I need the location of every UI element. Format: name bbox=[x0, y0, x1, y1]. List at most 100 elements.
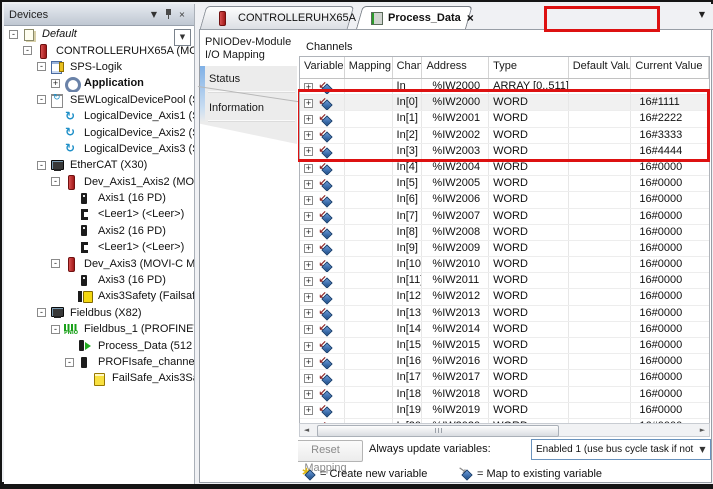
row-expander-icon[interactable] bbox=[304, 342, 313, 351]
tab-process-data[interactable]: Process_Data × bbox=[359, 6, 469, 29]
table-row[interactable]: In[13] %IW2013 WORD 16#0000 bbox=[300, 306, 709, 322]
tree-item[interactable]: Fieldbus_1 (PROFINET I/O- bbox=[4, 321, 194, 337]
side-tab-io-mapping[interactable]: PNIODev-Module I/O Mapping bbox=[205, 36, 291, 62]
tree-expander-icon[interactable] bbox=[37, 62, 46, 71]
tree-expander-icon[interactable] bbox=[37, 95, 46, 104]
col-current-value[interactable]: Current Value bbox=[631, 57, 709, 78]
table-row[interactable]: In[0] %IW2000 WORD 16#1111 bbox=[300, 95, 709, 111]
col-type[interactable]: Type bbox=[489, 57, 569, 78]
row-expander-icon[interactable] bbox=[304, 147, 313, 156]
table-row[interactable]: In[7] %IW2007 WORD 16#0000 bbox=[300, 209, 709, 225]
scroll-left-icon[interactable]: ◄ bbox=[300, 426, 313, 434]
pin-icon[interactable] bbox=[161, 8, 175, 22]
tree-item[interactable]: <Leer1> (<Leer>) bbox=[4, 206, 194, 222]
row-expander-icon[interactable] bbox=[304, 325, 313, 334]
tree-item[interactable]: Default bbox=[4, 26, 194, 42]
row-expander-icon[interactable] bbox=[304, 358, 313, 367]
col-variable[interactable]: Variable bbox=[300, 57, 345, 78]
tab-close-icon[interactable]: × bbox=[467, 13, 474, 23]
tree-item[interactable]: Fieldbus (X82) bbox=[4, 305, 194, 321]
table-row[interactable]: In[19] %IW2019 WORD 16#0000 bbox=[300, 403, 709, 419]
table-row[interactable]: In[5] %IW2005 WORD 16#0000 bbox=[300, 176, 709, 192]
tree-item[interactable]: LogicalDevice_Axis1 (SEWL bbox=[4, 108, 194, 124]
tree-item[interactable]: CONTROLLERUHX65A (MOVI-C CON bbox=[4, 42, 194, 58]
tree-expander-icon[interactable] bbox=[51, 325, 60, 334]
tree-item[interactable]: SEWLogicalDevicePool (SEWLog bbox=[4, 92, 194, 108]
row-expander-icon[interactable] bbox=[304, 277, 313, 286]
row-expander-icon[interactable] bbox=[304, 406, 313, 415]
col-channel[interactable]: Channel bbox=[393, 57, 423, 78]
scroll-right-icon[interactable]: ► bbox=[696, 426, 709, 434]
col-default-value[interactable]: Default Value bbox=[569, 57, 632, 78]
panel-dropdown-icon[interactable]: ▼ bbox=[147, 10, 161, 19]
type-cell: WORD bbox=[489, 144, 569, 159]
table-row[interactable]: In[3] %IW2003 WORD 16#4444 bbox=[300, 144, 709, 160]
row-expander-icon[interactable] bbox=[304, 164, 313, 173]
tree-item[interactable]: Dev_Axis1_Axis2 (MOVI-C bbox=[4, 174, 194, 190]
horizontal-scrollbar[interactable]: ◄ ► bbox=[299, 423, 710, 437]
row-expander-icon[interactable] bbox=[304, 83, 313, 92]
table-row[interactable]: In[15] %IW2015 WORD 16#0000 bbox=[300, 338, 709, 354]
table-row[interactable]: In[12] %IW2012 WORD 16#0000 bbox=[300, 289, 709, 305]
row-expander-icon[interactable] bbox=[304, 196, 313, 205]
row-expander-icon[interactable] bbox=[304, 261, 313, 270]
active-application-dropdown[interactable]: ▼ bbox=[174, 29, 191, 46]
reset-mapping-button[interactable]: Reset Mapping bbox=[298, 440, 363, 462]
tree-item[interactable]: EtherCAT (X30) bbox=[4, 157, 194, 173]
table-row[interactable]: In[11] %IW2011 WORD 16#0000 bbox=[300, 273, 709, 289]
row-expander-icon[interactable] bbox=[304, 390, 313, 399]
row-expander-icon[interactable] bbox=[304, 309, 313, 318]
tree-item[interactable]: Axis1 (16 PD) bbox=[4, 190, 194, 206]
col-mapping[interactable]: Mapping bbox=[345, 57, 393, 78]
tree-expander-icon[interactable] bbox=[51, 259, 60, 268]
table-row[interactable]: In[10] %IW2010 WORD 16#0000 bbox=[300, 257, 709, 273]
table-row[interactable]: In %IW2000 ARRAY [0..511] O bbox=[300, 79, 709, 95]
row-expander-icon[interactable] bbox=[304, 115, 313, 124]
panel-close-icon[interactable]: × bbox=[175, 10, 189, 19]
tree-item[interactable]: <Leer1> (<Leer>) bbox=[4, 239, 194, 255]
row-expander-icon[interactable] bbox=[304, 228, 313, 237]
tree-item[interactable]: Axis3Safety (Failsafe bbox=[4, 288, 194, 304]
table-row[interactable]: In[4] %IW2004 WORD 16#0000 bbox=[300, 160, 709, 176]
tree-item[interactable]: Axis2 (16 PD) bbox=[4, 223, 194, 239]
table-row[interactable]: In[6] %IW2006 WORD 16#0000 bbox=[300, 192, 709, 208]
tab-controlleruhx65a[interactable]: CONTROLLERUHX65A bbox=[203, 6, 351, 29]
tree-item[interactable]: Axis3 (16 PD) bbox=[4, 272, 194, 288]
row-expander-icon[interactable] bbox=[304, 293, 313, 302]
row-expander-icon[interactable] bbox=[304, 99, 313, 108]
tree-expander-icon[interactable] bbox=[65, 358, 74, 367]
tree-expander-icon[interactable] bbox=[37, 161, 46, 170]
row-expander-icon[interactable] bbox=[304, 131, 313, 140]
table-row[interactable]: In[1] %IW2001 WORD 16#2222 bbox=[300, 111, 709, 127]
tree-expander-icon[interactable] bbox=[51, 79, 60, 88]
tree-expander-icon[interactable] bbox=[37, 308, 46, 317]
tree-item[interactable]: SPS-Logik bbox=[4, 59, 194, 75]
tree-item[interactable]: PROFIsafe_channel (SE bbox=[4, 354, 194, 370]
tree-item[interactable]: FailSafe_Axis3Safe bbox=[4, 370, 194, 386]
table-row[interactable]: In[18] %IW2018 WORD 16#0000 bbox=[300, 387, 709, 403]
tree-item[interactable]: LogicalDevice_Axis3 (SEWL bbox=[4, 141, 194, 157]
table-row[interactable]: In[9] %IW2009 WORD 16#0000 bbox=[300, 241, 709, 257]
tree-item[interactable]: Application bbox=[4, 75, 194, 91]
tree-item[interactable]: Process_Data (512 Pr bbox=[4, 337, 194, 353]
table-row[interactable]: In[14] %IW2014 WORD 16#0000 bbox=[300, 322, 709, 338]
side-tab-status[interactable]: Status bbox=[209, 73, 240, 85]
tab-list-dropdown-icon[interactable]: ▼ bbox=[699, 10, 705, 19]
table-row[interactable]: In[16] %IW2016 WORD 16#0000 bbox=[300, 354, 709, 370]
table-row[interactable]: In[8] %IW2008 WORD 16#0000 bbox=[300, 225, 709, 241]
table-row[interactable]: In[2] %IW2002 WORD 16#3333 bbox=[300, 128, 709, 144]
tree-item[interactable]: Dev_Axis3 (MOVI-C MOVID bbox=[4, 255, 194, 271]
tree-expander-icon[interactable] bbox=[9, 30, 18, 39]
side-tab-information[interactable]: Information bbox=[209, 102, 264, 114]
table-row[interactable]: In[17] %IW2017 WORD 16#0000 bbox=[300, 370, 709, 386]
row-expander-icon[interactable] bbox=[304, 212, 313, 221]
scrollbar-thumb[interactable] bbox=[317, 425, 559, 437]
tree-item[interactable]: LogicalDevice_Axis2 (SEWL bbox=[4, 124, 194, 140]
tree-expander-icon[interactable] bbox=[23, 46, 32, 55]
tree-expander-icon[interactable] bbox=[51, 177, 60, 186]
col-address[interactable]: Address bbox=[422, 57, 489, 78]
row-expander-icon[interactable] bbox=[304, 374, 313, 383]
always-update-dropdown[interactable]: Enabled 1 (use bus cycle task if not use… bbox=[531, 439, 711, 460]
row-expander-icon[interactable] bbox=[304, 244, 313, 253]
row-expander-icon[interactable] bbox=[304, 180, 313, 189]
